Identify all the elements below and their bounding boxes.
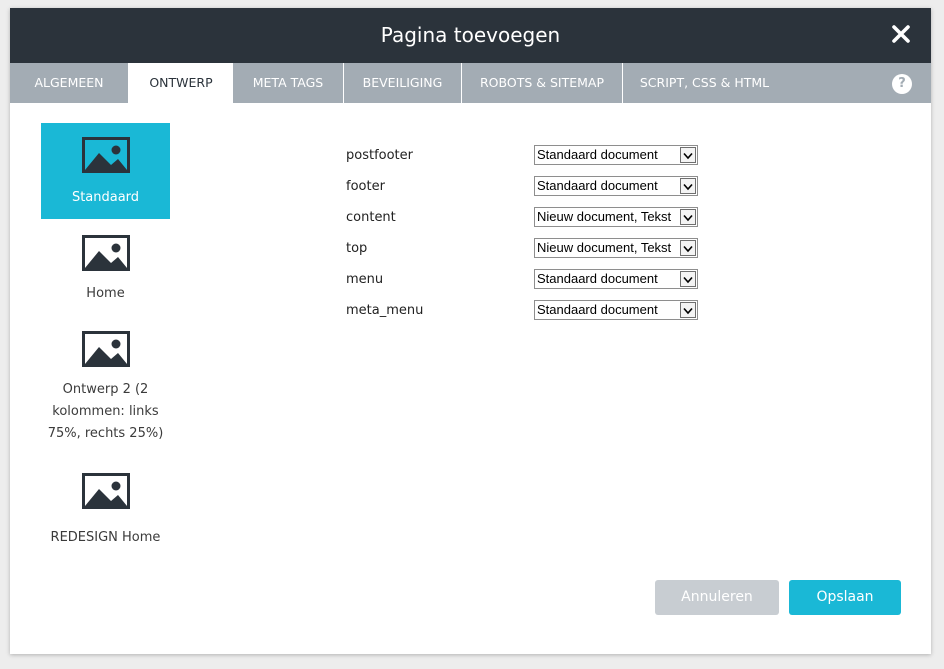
dropdown-button[interactable] [680, 209, 696, 225]
template-item-standaard[interactable]: Standaard [41, 123, 170, 219]
chevron-down-icon [683, 152, 693, 160]
dropdown-button[interactable] [680, 147, 696, 163]
select-value: Nieuw document, Tekst [537, 240, 672, 255]
template-label: Home [86, 286, 125, 301]
region-row-menu: menu Standaard document [346, 269, 706, 291]
chevron-down-icon [683, 183, 693, 191]
select-value: Standaard document [537, 178, 658, 193]
tab-robots-sitemap[interactable]: ROBOTS & SITEMAP [462, 63, 623, 103]
tab-algemeen[interactable]: ALGEMEEN [10, 63, 129, 103]
dialog-title: Pagina toevoegen [380, 23, 561, 47]
region-label: content [346, 210, 396, 225]
region-label: top [346, 241, 368, 256]
template-label: Ontwerp 2 (2 kolommen: links 75%, rechts… [47, 382, 164, 441]
template-label: Standaard [71, 190, 140, 205]
region-select-footer[interactable]: Standaard document [534, 176, 698, 196]
help-icon[interactable]: ? [892, 74, 912, 94]
image-icon [82, 473, 130, 509]
region-select-postfooter[interactable]: Standaard document [534, 145, 698, 165]
template-item-ontwerp-2[interactable]: Ontwerp 2 (2 kolommen: links 75%, rechts… [41, 315, 170, 461]
tab-bar: ALGEMEEN ONTWERP META TAGS BEVEILIGING R… [10, 63, 931, 103]
region-select-top[interactable]: Nieuw document, Tekst [534, 238, 698, 258]
region-row-footer: footer Standaard document [346, 176, 706, 198]
template-item-home[interactable]: Home [41, 219, 170, 315]
tab-meta-tags[interactable]: META TAGS [233, 63, 344, 103]
template-list: Standaard Home Ontwerp 2 (2 kolommen: li… [41, 123, 187, 553]
dropdown-button[interactable] [680, 178, 696, 194]
dropdown-button[interactable] [680, 271, 696, 287]
region-label: menu [346, 272, 384, 287]
region-select-menu[interactable]: Standaard document [534, 269, 698, 289]
region-row-meta-menu: meta_menu Standaard document [346, 300, 706, 322]
template-item-redesign-home[interactable]: REDESIGN Home [41, 461, 170, 553]
chevron-down-icon [683, 245, 693, 253]
close-button[interactable] [888, 21, 914, 47]
chevron-down-icon [683, 214, 693, 222]
select-value: Standaard document [537, 302, 658, 317]
tab-beveiliging[interactable]: BEVEILIGING [344, 63, 462, 103]
dropdown-button[interactable] [680, 302, 696, 318]
dialog-titlebar: Pagina toevoegen [10, 8, 931, 63]
image-icon [82, 137, 130, 173]
region-row-content: content Nieuw document, Tekst [346, 207, 706, 229]
chevron-down-icon [683, 307, 693, 315]
region-row-postfooter: postfooter Standaard document [346, 145, 706, 167]
save-button[interactable]: Opslaan [789, 580, 901, 615]
region-select-meta-menu[interactable]: Standaard document [534, 300, 698, 320]
region-select-content[interactable]: Nieuw document, Tekst [534, 207, 698, 227]
region-label: postfooter [346, 148, 413, 163]
region-label: footer [346, 179, 385, 194]
region-row-top: top Nieuw document, Tekst [346, 238, 706, 260]
template-label: REDESIGN Home [50, 530, 161, 545]
image-icon [82, 331, 130, 367]
select-value: Nieuw document, Tekst [537, 209, 672, 224]
add-page-dialog: Pagina toevoegen ALGEMEEN ONTWERP META T… [10, 8, 931, 654]
close-icon [892, 25, 910, 43]
cancel-button[interactable]: Annuleren [655, 580, 779, 615]
region-label: meta_menu [346, 303, 424, 318]
image-icon [82, 235, 130, 271]
dropdown-button[interactable] [680, 240, 696, 256]
tab-ontwerp[interactable]: ONTWERP [129, 63, 233, 103]
tab-script-css-html[interactable]: SCRIPT, CSS & HTML [623, 63, 786, 103]
select-value: Standaard document [537, 147, 658, 162]
select-value: Standaard document [537, 271, 658, 286]
chevron-down-icon [683, 276, 693, 284]
